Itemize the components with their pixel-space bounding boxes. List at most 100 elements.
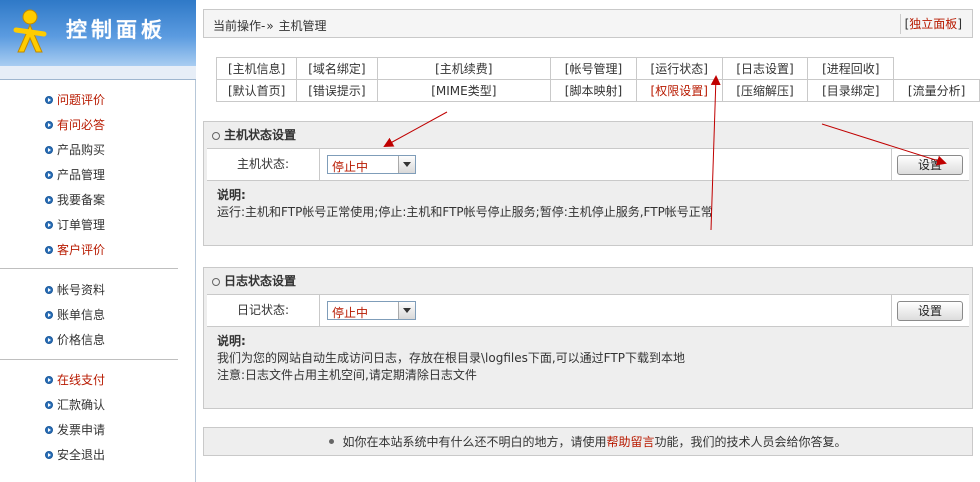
breadcrumb-current: 主机管理	[278, 19, 327, 33]
help-message-link[interactable]: 帮助留言	[606, 435, 654, 449]
sidebar-item-label: 客户评价	[57, 243, 106, 257]
nav-link-host-renewal[interactable]: [主机续费]	[376, 57, 552, 80]
sidebar-item-label: 订单管理	[57, 218, 106, 232]
nav-link-directory-binding[interactable]: [目录绑定]	[807, 79, 895, 102]
host-status-select-value: 停止中	[332, 160, 369, 174]
log-status-row: 日记状态: 停止中 设置	[207, 294, 969, 327]
nav-link-zip-unzip[interactable]: [压缩解压]	[721, 79, 809, 102]
note-title: 说明:	[217, 188, 246, 202]
bracket-close: ]	[957, 17, 962, 31]
nav-link-domain-binding[interactable]: [域名绑定]	[296, 57, 378, 80]
sidebar-divider	[0, 359, 178, 360]
sidebar-item-label: 安全退出	[57, 448, 106, 462]
chevron-down-icon[interactable]	[398, 156, 415, 173]
sidebar: 控制面板 控制面板 问题评价有问必答产品购买产品管理我要备案订单管理客户评价 帐…	[0, 0, 196, 482]
sidebar-item-product-purchase[interactable]: 产品购买	[0, 138, 196, 163]
sidebar-menu-group-payment: 在线支付汇款确认 发票申请安全退出	[0, 368, 196, 468]
breadcrumb-bar: 当前操作-» 主机管理 [独立面板]	[203, 9, 973, 38]
footer-text-before: 如你在本站系统中有什么还不明白的地方，请使用	[342, 435, 607, 449]
sidebar-item-label: 产品购买	[57, 143, 106, 157]
sidebar-item-remittance-confirm[interactable]: 汇款确认	[0, 393, 196, 418]
footer-text-after: 功能，我们的技术人员会给你答复。	[654, 435, 847, 449]
sidebar-divider	[0, 268, 178, 269]
sidebar-menu-group-service: 问题评价有问必答产品购买产品管理我要备案订单管理客户评价	[0, 88, 196, 263]
host-function-nav: [主机信息] [域名绑定] [主机续费] [帐号管理] [运行状态] [日志设置] [进程回…	[215, 57, 980, 102]
nav-link-log-settings[interactable]: [日志设置]	[721, 57, 809, 80]
log-status-select[interactable]: 停止中	[327, 301, 416, 320]
sidebar-item-label: 有问必答	[57, 118, 106, 132]
sidebar-item-label: 在线支付	[57, 373, 106, 387]
arrow-bullet-icon	[45, 196, 53, 204]
sidebar-item-order-management[interactable]: 订单管理	[0, 213, 196, 238]
button-cell: 设置	[891, 295, 969, 326]
host-status-note: 说明: 运行:主机和FTP帐号正常使用;停止:主机和FTP帐号停止服务;暂停:主…	[204, 181, 972, 221]
sidebar-item-online-payment[interactable]: 在线支付	[0, 368, 196, 393]
sidebar-item-invoice-request[interactable]: 发票申请	[0, 418, 196, 443]
arrow-bullet-icon	[45, 171, 53, 179]
nav-link-account-management[interactable]: [帐号管理]	[550, 57, 637, 80]
arrow-bullet-icon	[45, 426, 53, 434]
circle-icon	[212, 278, 220, 286]
arrow-bullet-icon	[45, 336, 53, 344]
aim-figure-icon	[13, 9, 47, 53]
host-status-label: 主机状态:	[207, 149, 320, 180]
sidebar-item-label: 问题评价	[57, 93, 106, 107]
note-title: 说明:	[217, 334, 246, 348]
nav-link-process-recycle[interactable]: [进程回收]	[807, 57, 895, 80]
nav-link-run-status[interactable]: [运行状态]	[635, 57, 723, 80]
nav-link-default-homepage[interactable]: [默认首页]	[215, 79, 298, 102]
sidebar-item-label: 我要备案	[57, 193, 106, 207]
arrow-bullet-icon	[45, 246, 53, 254]
independent-panel-link[interactable]: [独立面板]	[899, 14, 966, 34]
log-status-note: 说明: 我们为您的网站自动生成访问日志，存放在根目录\logfiles下面,可以…	[204, 327, 972, 384]
nav-row-1: [主机信息] [域名绑定] [主机续费] [帐号管理] [运行状态] [日志设置] [进程回…	[215, 57, 980, 80]
nav-link-error-pages[interactable]: [错误提示]	[296, 79, 378, 102]
sidebar-item-ask-answer[interactable]: 有问必答	[0, 113, 196, 138]
breadcrumb-separator: »	[266, 19, 274, 33]
note-line: 我们为您的网站自动生成访问日志，存放在根目录\logfiles下面,可以通过FT…	[217, 351, 685, 365]
arrow-bullet-icon	[45, 451, 53, 459]
arrow-bullet-icon	[45, 96, 53, 104]
independent-panel-label[interactable]: 独立面板	[909, 17, 957, 31]
host-status-panel: 主机状态设置 主机状态: 停止中 设置 说明: 运行:主机和FTP帐号正常使用;…	[203, 121, 973, 246]
panel-title: 主机状态设置	[224, 128, 297, 142]
sidebar-item-price-info[interactable]: 价格信息	[0, 328, 196, 353]
log-status-panel: 日志状态设置 日记状态: 停止中 设置 说明: 我们为您的网站自动生成访问日志，…	[203, 267, 973, 409]
sidebar-item-product-management[interactable]: 产品管理	[0, 163, 196, 188]
sidebar-item-account-info[interactable]: 帐号资料	[0, 278, 196, 303]
arrow-bullet-icon	[45, 146, 53, 154]
panel-header: 日志状态设置	[204, 268, 972, 294]
nav-link-host-info[interactable]: [主机信息]	[215, 57, 298, 80]
nav-link-mime-types[interactable]: [MIME类型]	[376, 79, 552, 102]
log-status-select-value: 停止中	[332, 306, 369, 320]
bullet-icon	[329, 439, 335, 444]
circle-icon	[212, 132, 220, 140]
arrow-bullet-icon	[45, 121, 53, 129]
main-content: 当前操作-» 主机管理 [独立面板] [主机信息] [域名绑定] [主机续费] [帐号…	[203, 0, 980, 482]
host-status-select[interactable]: 停止中	[327, 155, 416, 174]
arrow-bullet-icon	[45, 401, 53, 409]
chevron-down-icon[interactable]	[398, 302, 415, 319]
control-panel-logo: 控制面板 控制面板	[0, 0, 196, 66]
sidebar-menu-group-account: 帐号资料账单信息 价格信息	[0, 278, 196, 353]
sidebar-item-logout[interactable]: 安全退出	[0, 443, 196, 468]
sidebar-item-icp-filing[interactable]: 我要备案	[0, 188, 196, 213]
sidebar-item-billing-info[interactable]: 账单信息	[0, 303, 196, 328]
arrow-bullet-icon	[45, 376, 53, 384]
breadcrumb-label: 当前操作-	[213, 19, 266, 33]
note-line: 运行:主机和FTP帐号正常使用;停止:主机和FTP帐号停止服务;暂停:主机停止服…	[217, 205, 713, 219]
button-cell: 设置	[891, 149, 969, 180]
nav-row-2: [默认首页] [错误提示] [MIME类型] [脚本映射] [权限设置] [压缩解压] [目…	[215, 79, 980, 102]
nav-link-traffic-analysis[interactable]: [流量分析]	[893, 79, 980, 102]
host-status-set-button[interactable]: 设置	[897, 155, 963, 175]
log-status-set-button[interactable]: 设置	[897, 301, 963, 321]
arrow-bullet-icon	[45, 286, 53, 294]
sidebar-item-label: 帐号资料	[57, 283, 106, 297]
sidebar-item-question-evaluation[interactable]: 问题评价	[0, 88, 196, 113]
nav-link-script-mapping[interactable]: [脚本映射]	[550, 79, 637, 102]
help-footer: 如你在本站系统中有什么还不明白的地方，请使用帮助留言功能，我们的技术人员会给你答…	[203, 427, 973, 456]
sidebar-item-customer-review[interactable]: 客户评价	[0, 238, 196, 263]
host-status-row: 主机状态: 停止中 设置	[207, 148, 969, 181]
log-status-label: 日记状态:	[207, 295, 320, 326]
nav-link-permission-settings[interactable]: [权限设置]	[635, 79, 723, 102]
